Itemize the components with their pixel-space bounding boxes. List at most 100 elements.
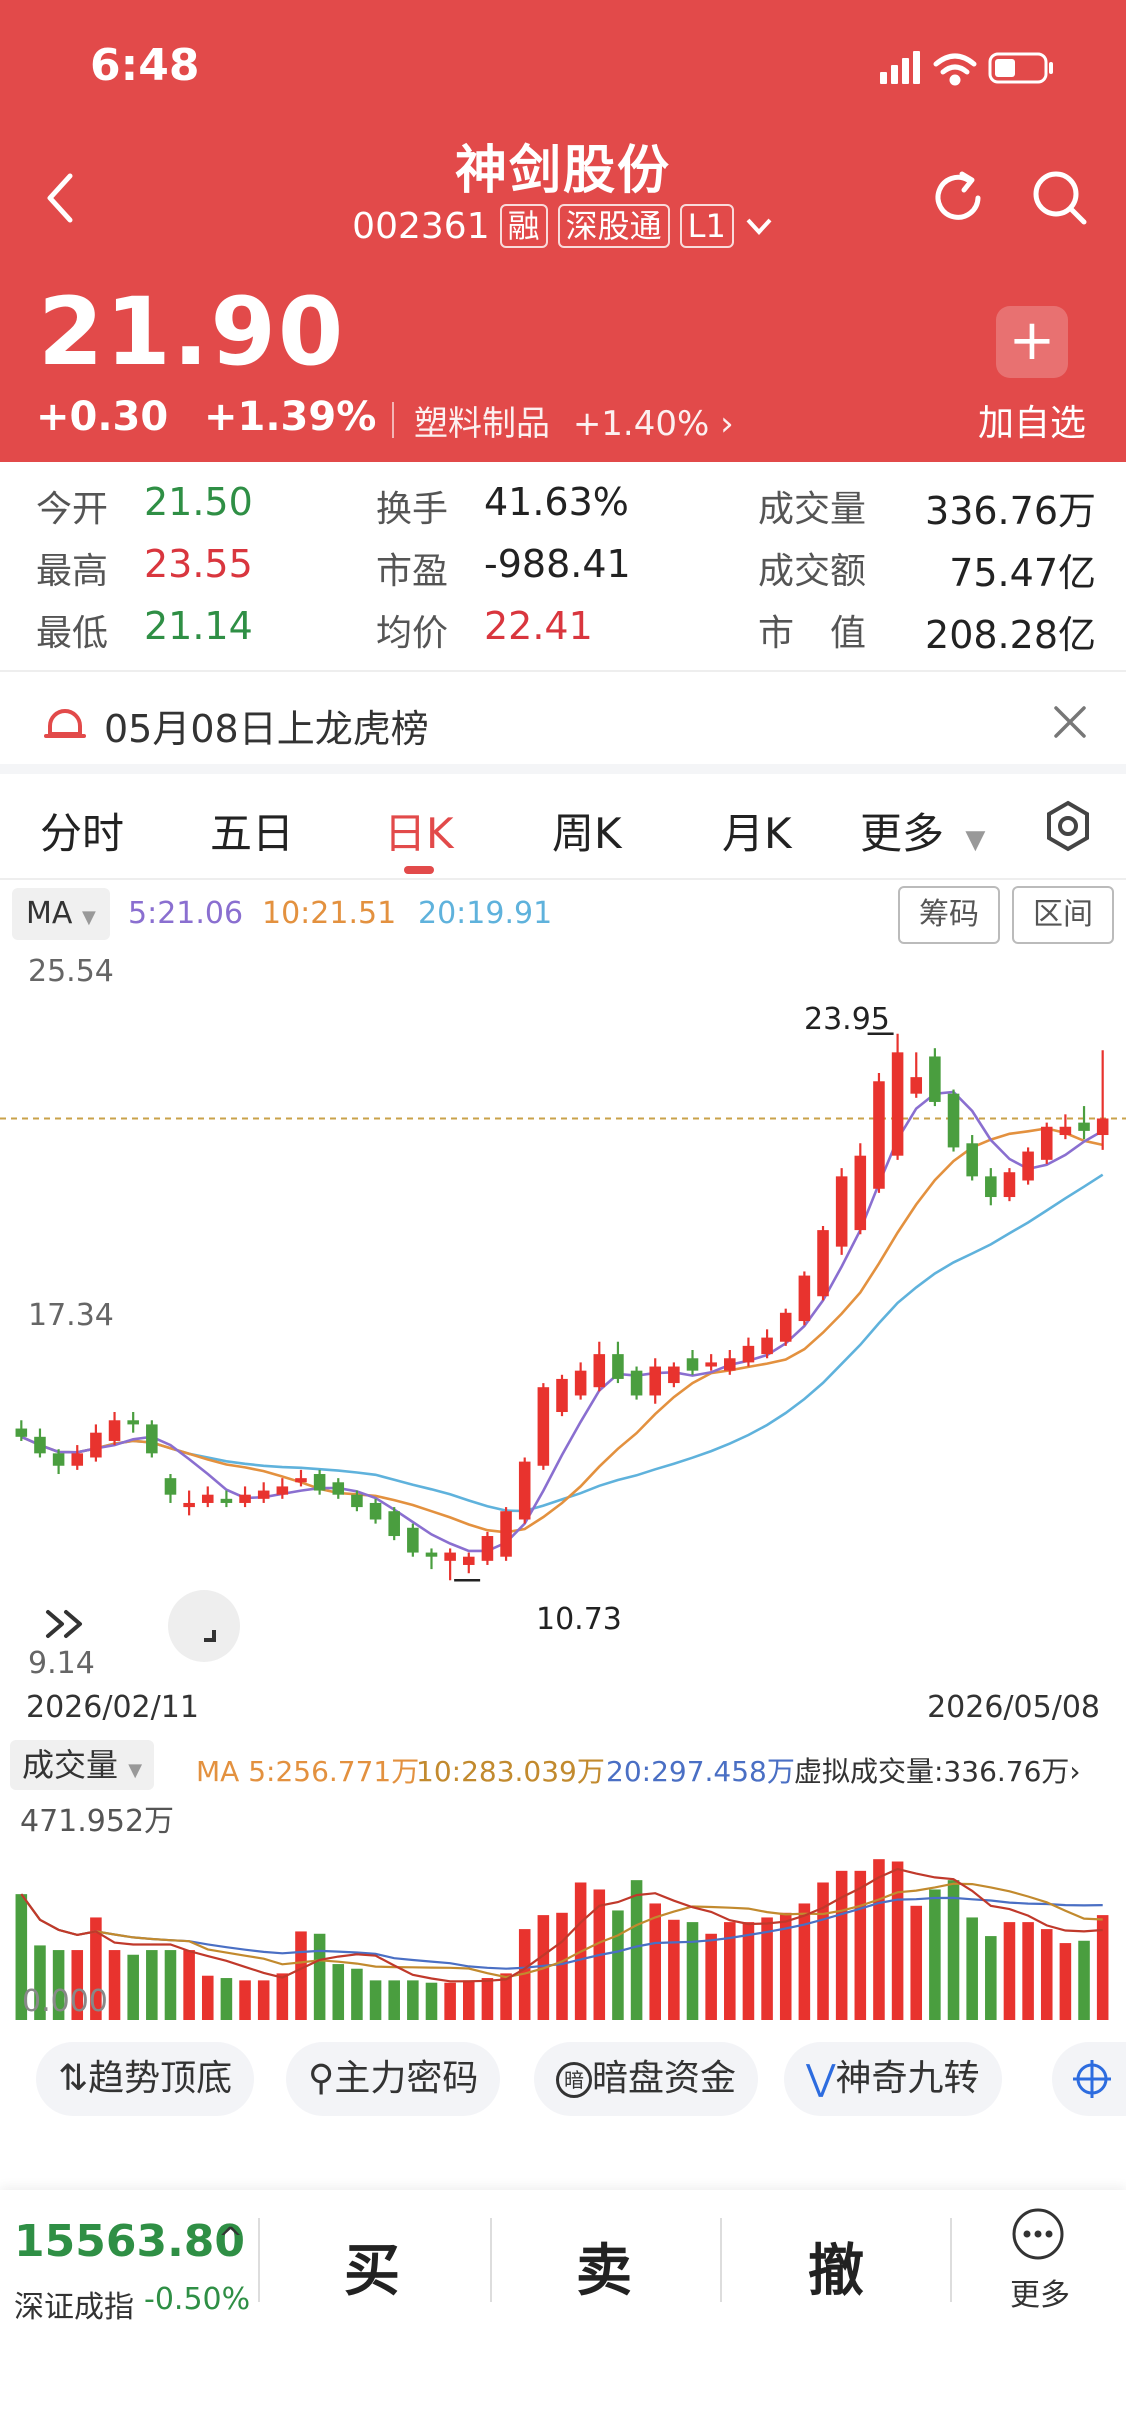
divider bbox=[490, 2218, 492, 2302]
volume-bar bbox=[463, 1980, 475, 2020]
settings-icon[interactable] bbox=[1044, 800, 1092, 852]
range-button[interactable]: 区间 bbox=[1012, 886, 1114, 944]
virtual-volume[interactable]: 虚拟成交量:336.76万› bbox=[794, 1750, 1081, 1790]
cancel-order-button[interactable]: 撤 bbox=[776, 2226, 896, 2307]
low-price-mark: 10.73 bbox=[536, 1602, 622, 1637]
volume-bar bbox=[612, 1910, 624, 2020]
chevron-up-icon[interactable]: ^ bbox=[218, 2222, 243, 2257]
candlestick-chart[interactable] bbox=[0, 940, 1126, 1680]
volume-bar bbox=[854, 1870, 867, 2020]
ma20-line bbox=[20, 1173, 1104, 1513]
candle-body bbox=[1003, 1172, 1016, 1198]
candle-body bbox=[332, 1482, 345, 1495]
crosshair-icon bbox=[1073, 2060, 1111, 2098]
ma5-value: 5:21.06 bbox=[128, 896, 244, 931]
close-icon[interactable] bbox=[1052, 704, 1088, 740]
volume-bar bbox=[369, 1980, 382, 2020]
chip-distribution-button[interactable]: 筹码 bbox=[898, 886, 1000, 944]
volume-bar bbox=[146, 1950, 158, 2020]
high-label: 最高 bbox=[36, 551, 109, 592]
status-time: 6:48 bbox=[90, 40, 200, 91]
volume-bar bbox=[1078, 1940, 1090, 2020]
banner-text: 05月08日上龙虎榜 bbox=[104, 707, 429, 751]
candle-body bbox=[947, 1093, 960, 1148]
volume-bar bbox=[910, 1905, 923, 2020]
volume-bar bbox=[351, 1968, 363, 2020]
fullscreen-icon bbox=[204, 1630, 216, 1642]
candle-body bbox=[425, 1552, 438, 1557]
fullscreen-button[interactable] bbox=[168, 1590, 240, 1662]
buy-button[interactable]: 买 bbox=[312, 2226, 432, 2307]
tab-five-day[interactable]: 五日 bbox=[210, 800, 294, 861]
refresh-icon[interactable] bbox=[926, 166, 990, 230]
candle-body bbox=[742, 1345, 755, 1363]
level-tag[interactable]: L1 bbox=[679, 204, 734, 248]
search-icon[interactable] bbox=[1028, 166, 1092, 230]
sector-link[interactable]: 塑料制品 +1.40% › bbox=[414, 396, 734, 445]
dark-pool-icon: 暗 bbox=[556, 2062, 592, 2098]
candle-body bbox=[686, 1358, 699, 1371]
volume-bar bbox=[891, 1861, 904, 2020]
index-value[interactable]: 15563.80 bbox=[14, 2216, 245, 2267]
tab-weekly-k[interactable]: 周K bbox=[552, 800, 622, 861]
candle-body bbox=[854, 1155, 867, 1231]
active-tab-underline bbox=[404, 866, 434, 874]
candle-body bbox=[201, 1494, 214, 1503]
low-label: 最低 bbox=[36, 613, 109, 654]
divider bbox=[392, 402, 394, 438]
indicator-trend-top-bottom[interactable]: ⇅趋势顶底 bbox=[36, 2042, 255, 2116]
ma-selector[interactable]: MA ▼ bbox=[12, 888, 110, 940]
candle-body bbox=[761, 1337, 773, 1355]
volume-bar bbox=[239, 1980, 251, 2020]
add-watchlist-button[interactable]: + bbox=[996, 306, 1068, 378]
candle-body bbox=[127, 1420, 139, 1425]
volume-bar bbox=[873, 1859, 885, 2020]
candle-body bbox=[668, 1366, 680, 1384]
volume-bar bbox=[1003, 1922, 1016, 2020]
candle-body bbox=[1040, 1126, 1053, 1160]
candle-body bbox=[1096, 1118, 1109, 1136]
key-icon: ⚲ bbox=[308, 2058, 335, 2099]
tab-monthly-k[interactable]: 月K bbox=[722, 800, 792, 861]
candle-body bbox=[835, 1176, 848, 1247]
sell-button[interactable]: 卖 bbox=[544, 2226, 664, 2307]
virtual-volume-text: 虚拟成交量:336.76万 bbox=[794, 1755, 1070, 1788]
volume-chart[interactable] bbox=[0, 1790, 1126, 2020]
stock-header: 6:48 神剑股份 002361 融 深股通 L1 21.90 +0.30 +1… bbox=[0, 0, 1126, 462]
price-change: +0.30 bbox=[36, 394, 169, 440]
volume-bar bbox=[798, 1903, 811, 2020]
candle-body bbox=[444, 1552, 456, 1561]
tab-intraday[interactable]: 分时 bbox=[40, 800, 124, 861]
candle-body bbox=[798, 1275, 811, 1322]
open-value: 21.50 bbox=[144, 480, 253, 524]
candle-body bbox=[90, 1432, 102, 1458]
signal-icon bbox=[880, 51, 920, 84]
indicator-dark-pool[interactable]: 暗暗盘资金 bbox=[534, 2042, 759, 2116]
divider bbox=[258, 2218, 260, 2302]
section-gap bbox=[0, 764, 1126, 774]
volume-bar bbox=[407, 1980, 419, 2020]
turnover-label: 换手 bbox=[376, 489, 449, 530]
chevron-down-icon[interactable] bbox=[744, 214, 774, 238]
double-chevron-right-icon[interactable] bbox=[40, 1604, 100, 1644]
amount-label: 成交额 bbox=[758, 551, 867, 592]
candle-body bbox=[164, 1478, 177, 1495]
add-watchlist-label[interactable]: 加自选 bbox=[978, 394, 1086, 446]
more-button[interactable]: 更多 bbox=[1010, 2206, 1070, 2314]
volume-bar bbox=[686, 1922, 699, 2020]
avg-label: 均价 bbox=[376, 613, 449, 654]
tab-daily-k[interactable]: 日K bbox=[384, 800, 454, 861]
indicator-main-force[interactable]: ⚲主力密码 bbox=[286, 2042, 501, 2116]
indicator-more[interactable] bbox=[1052, 2042, 1126, 2116]
volume-bar bbox=[1040, 1929, 1053, 2020]
chevron-right-icon: › bbox=[1069, 1755, 1081, 1788]
stock-code: 002361 bbox=[352, 205, 490, 247]
candle-body bbox=[929, 1056, 941, 1102]
volume-bar bbox=[1059, 1943, 1072, 2020]
dragon-tiger-banner[interactable]: 05月08日上龙虎榜 bbox=[0, 684, 1126, 760]
high-value: 23.55 bbox=[144, 542, 253, 586]
volume-selector[interactable]: 成交量 ▼ bbox=[10, 1740, 155, 1790]
tab-more[interactable]: 更多 ▼ bbox=[860, 800, 985, 861]
ma10-line bbox=[20, 1127, 1103, 1534]
indicator-magic-nine[interactable]: ⋁神奇九转 bbox=[784, 2042, 1002, 2116]
